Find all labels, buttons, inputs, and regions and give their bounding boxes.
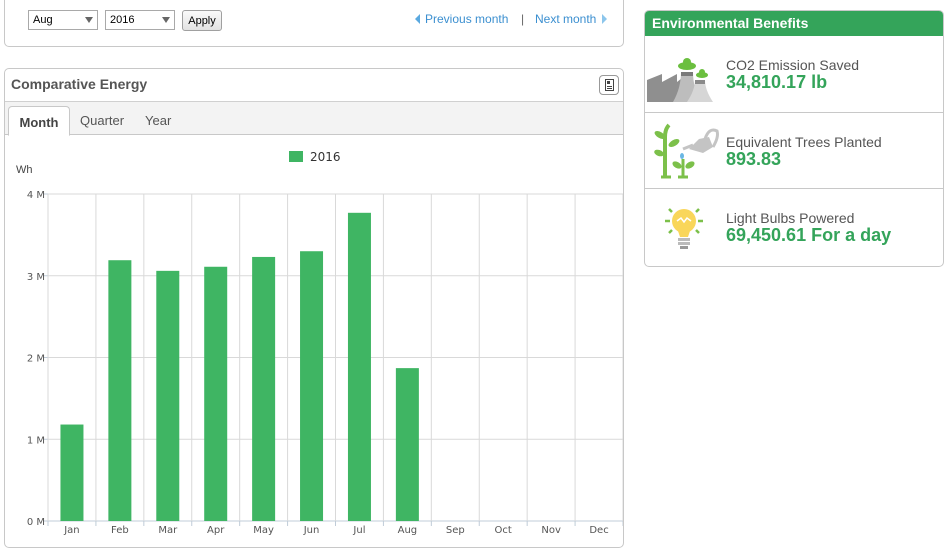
x-tick-label: Nov — [541, 525, 561, 536]
bar-apr[interactable] — [204, 266, 228, 521]
tree-watering-icon — [654, 123, 719, 179]
previous-month-label: Previous month — [425, 12, 509, 26]
tab-month[interactable]: Month — [8, 106, 70, 136]
bar-may[interactable] — [252, 256, 276, 521]
bar-jun[interactable] — [300, 251, 324, 521]
x-tick-label: Sep — [446, 525, 465, 536]
panel-title: Environmental Benefits — [645, 11, 943, 36]
bar-jan[interactable] — [60, 424, 84, 521]
benefit-value: 893.83 — [726, 149, 782, 169]
y-axis-unit: Wh — [16, 164, 33, 176]
light-bulb-icon — [665, 208, 703, 249]
benefit-value: 34,810.17 lb — [726, 72, 828, 92]
x-tick-label: Jul — [352, 525, 365, 536]
benefit-trees: Equivalent Trees Planted 893.83 — [645, 113, 943, 189]
benefit-label: CO2 Emission Saved — [726, 57, 860, 73]
apply-button[interactable]: Apply — [182, 10, 222, 31]
caret-right-icon — [602, 14, 608, 24]
x-tick-label: Apr — [207, 525, 225, 536]
next-month-label: Next month — [535, 12, 597, 26]
bar-mar[interactable] — [156, 270, 180, 521]
x-tick-label: Feb — [111, 525, 129, 536]
y-tick-label: 4 M — [27, 190, 45, 201]
x-tick-label: May — [253, 525, 274, 536]
x-tick-label: Jun — [303, 525, 320, 536]
y-tick-label: 0 M — [27, 517, 45, 528]
tab-quarter[interactable]: Quarter — [80, 113, 124, 128]
x-tick-label: Jan — [63, 525, 79, 536]
period-tabs: Month Quarter Year — [5, 101, 623, 136]
caret-left-icon — [415, 14, 420, 24]
benefit-label: Equivalent Trees Planted — [726, 134, 882, 150]
bar-feb[interactable] — [108, 260, 132, 521]
bar-aug[interactable] — [395, 368, 419, 521]
nav-separator: | — [521, 12, 525, 26]
energy-bar-chart: 0 M 1 M 2 M 3 M 4 M Jan Feb Mar Apr May Jun Jul Aug S… — [16, 150, 623, 536]
year-select-value: 2016 — [110, 14, 135, 26]
chevron-down-icon — [85, 17, 93, 23]
comparative-energy-panel: Comparative Energy Month Quarter Year 0 … — [4, 68, 624, 548]
legend-label[interactable]: 2016 — [310, 150, 341, 164]
next-month-link[interactable]: Next month — [535, 12, 608, 26]
chevron-down-icon — [162, 17, 170, 23]
panel-title: Comparative Energy — [11, 76, 148, 92]
month-select-value: Aug — [33, 14, 53, 26]
export-report-icon — [605, 79, 614, 91]
x-tick-label: Oct — [495, 525, 512, 536]
benefit-value: 69,450.61 For a day — [726, 225, 892, 245]
year-select[interactable]: 2016 — [105, 10, 175, 30]
month-select[interactable]: Aug — [28, 10, 98, 30]
benefit-label: Light Bulbs Powered — [726, 210, 855, 226]
previous-month-link[interactable]: Previous month — [415, 12, 508, 26]
environmental-benefits-panel: Environmental Benefits CO2 Emission Save… — [644, 10, 944, 267]
date-filter-panel: Aug 2016 Apply Previous month | Next mon… — [4, 0, 624, 47]
tab-year[interactable]: Year — [145, 113, 171, 128]
x-tick-label: Aug — [398, 525, 418, 536]
export-button[interactable] — [599, 75, 619, 95]
legend-swatch — [289, 151, 303, 162]
y-tick-label: 1 M — [27, 435, 45, 446]
factory-emission-icon — [647, 58, 713, 102]
y-tick-label: 2 M — [27, 354, 45, 365]
x-tick-label: Mar — [158, 525, 178, 536]
benefit-light-bulbs: Light Bulbs Powered 69,450.61 For a day — [645, 189, 943, 265]
benefit-co2: CO2 Emission Saved 34,810.17 lb — [645, 36, 943, 113]
bar-jul[interactable] — [347, 212, 371, 521]
x-tick-label: Dec — [589, 525, 608, 536]
y-tick-label: 3 M — [27, 272, 45, 283]
